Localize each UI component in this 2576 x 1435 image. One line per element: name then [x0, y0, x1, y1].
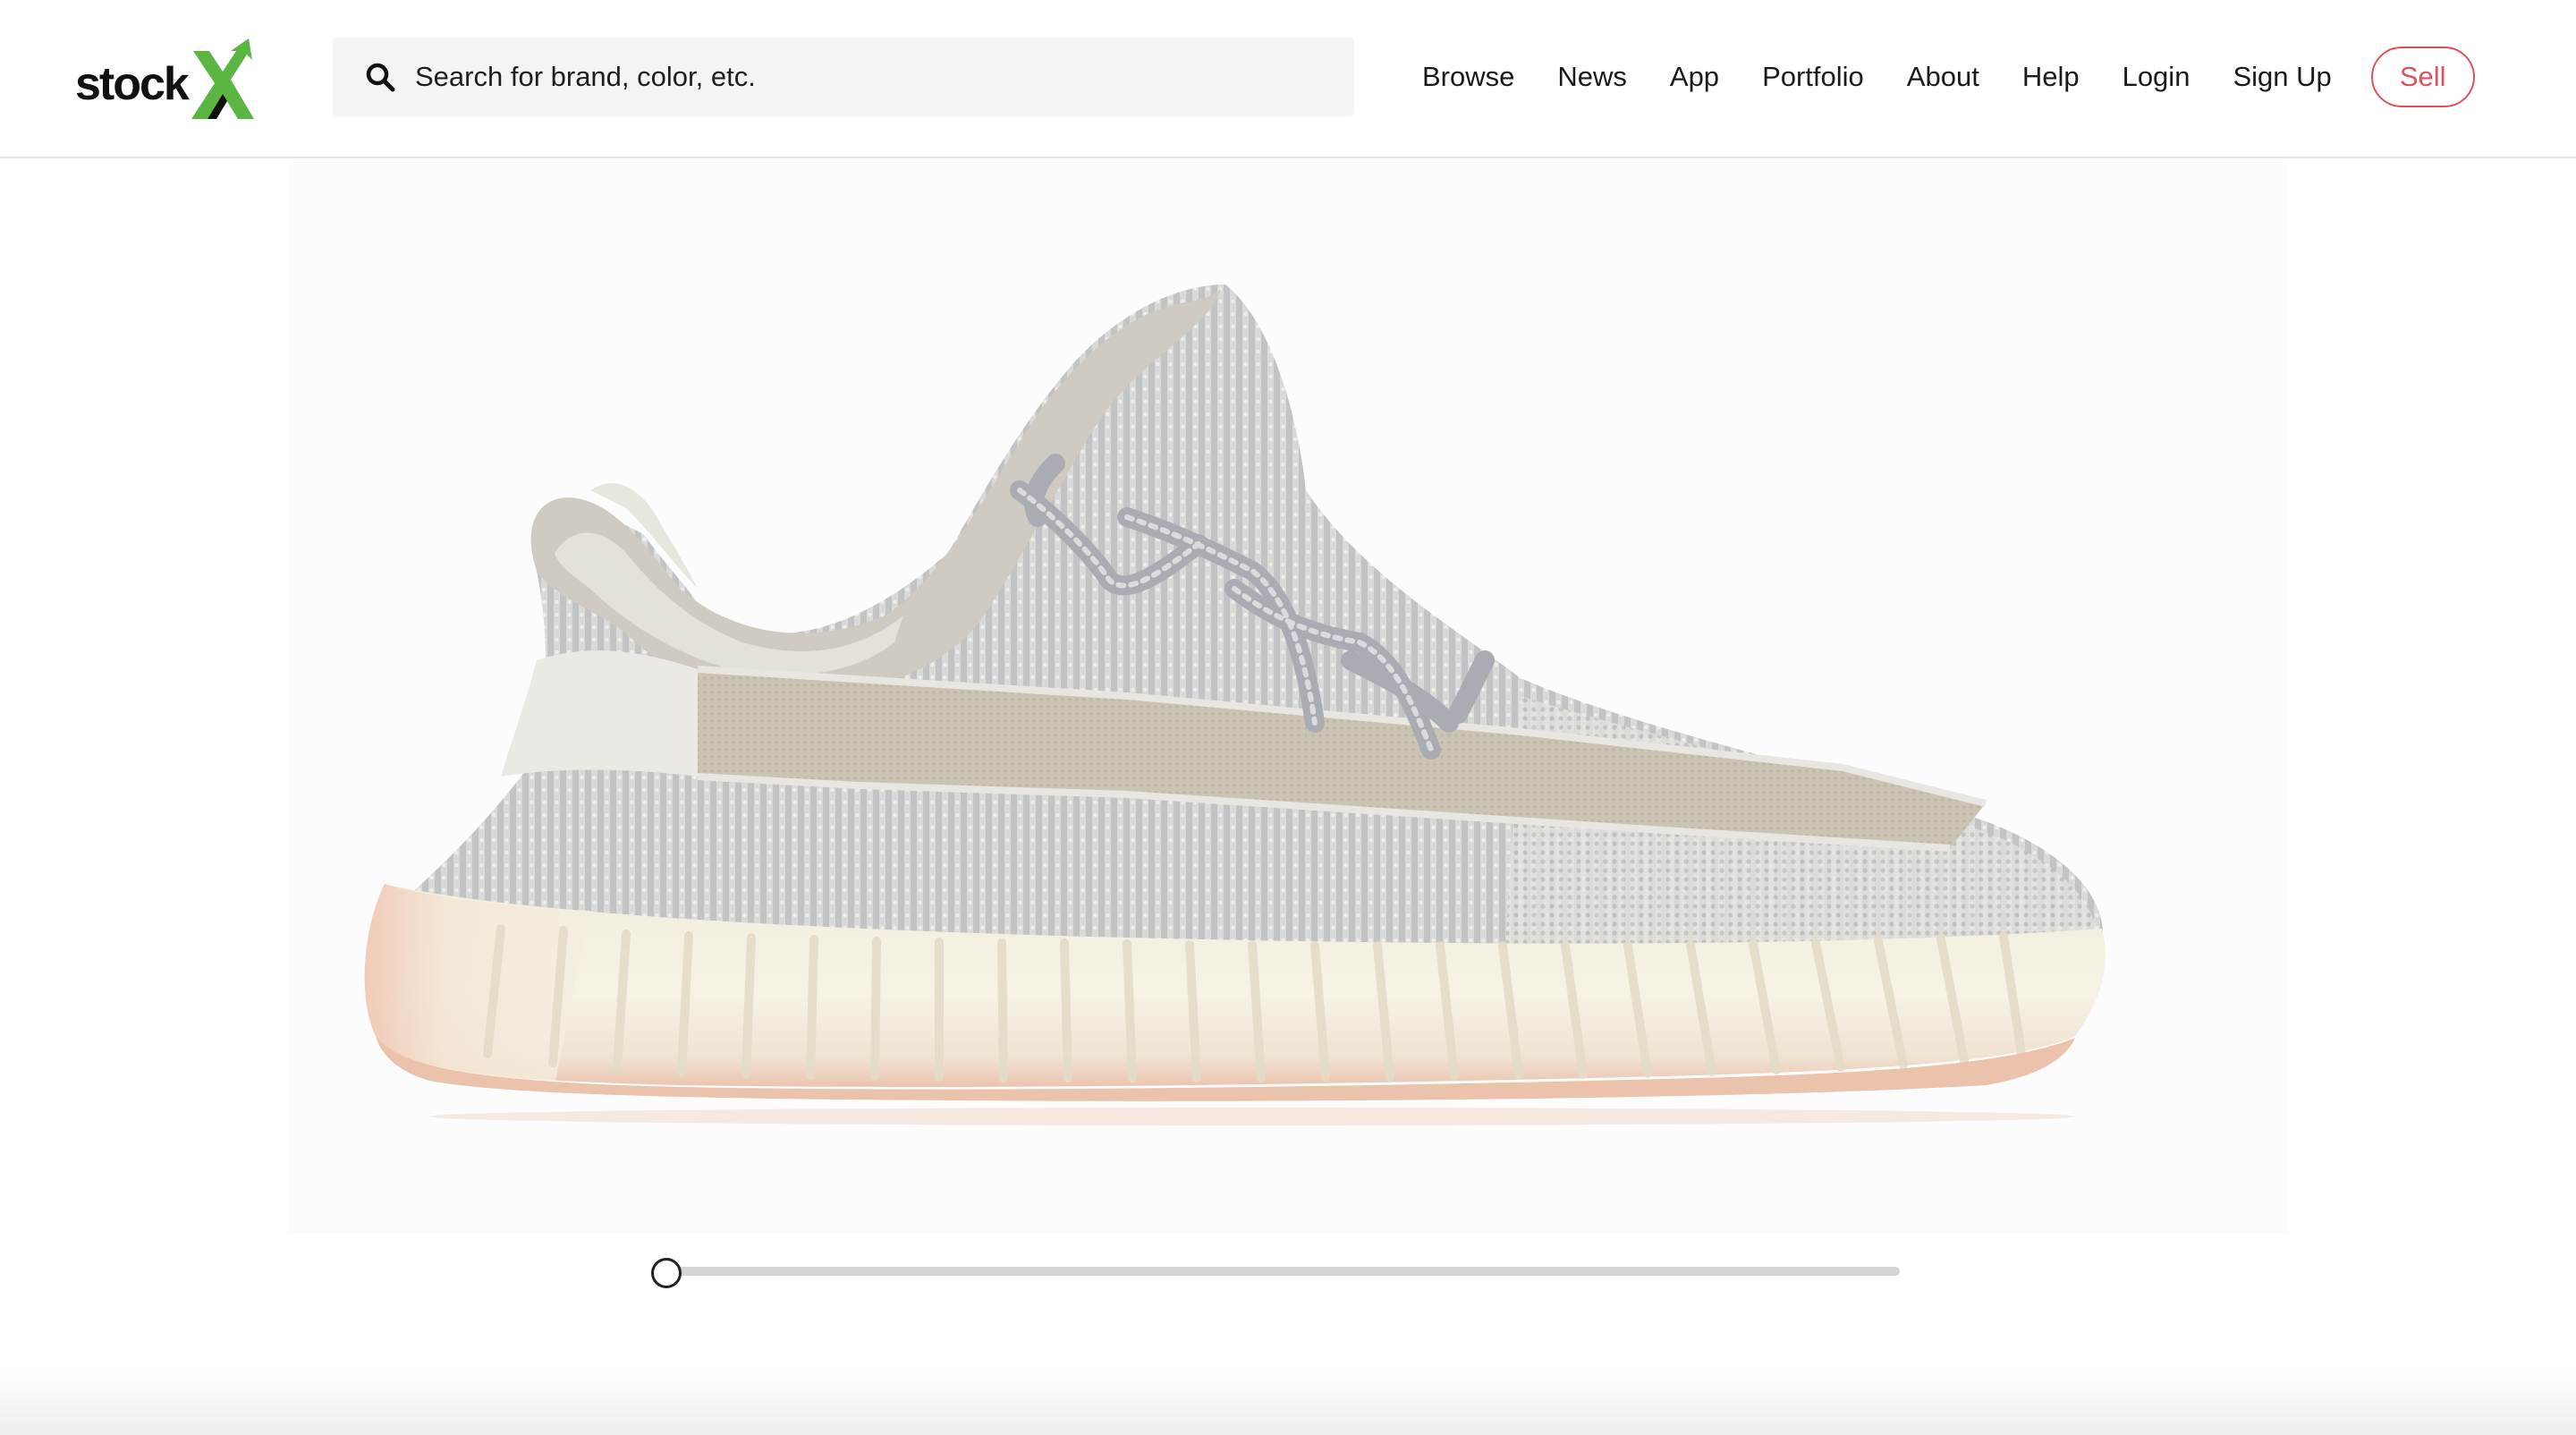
- nav-app[interactable]: App: [1670, 61, 1719, 93]
- rotation-slider-track[interactable]: [658, 1267, 1900, 1276]
- nav-login[interactable]: Login: [2123, 61, 2190, 93]
- rotation-slider-handle[interactable]: [651, 1258, 682, 1288]
- search-icon: [366, 63, 395, 92]
- search-input[interactable]: [415, 50, 1309, 104]
- search-bar[interactable]: [333, 38, 1354, 116]
- logo-x-mark-icon: [191, 38, 254, 119]
- logo-wordmark: stock: [75, 58, 190, 110]
- nav-help[interactable]: Help: [2022, 61, 2080, 93]
- viewer-bottom-fade: [0, 1367, 2576, 1435]
- product-viewer: [0, 159, 2576, 1435]
- nav-news[interactable]: News: [1557, 61, 1627, 93]
- product-image[interactable]: [322, 195, 2254, 1215]
- nav-portfolio[interactable]: Portfolio: [1762, 61, 1864, 93]
- site-header: stock Browse News App Portfolio About He…: [0, 0, 2576, 158]
- nav-browse[interactable]: Browse: [1422, 61, 1514, 93]
- main-nav: Browse News App Portfolio About Help Log…: [1422, 0, 2475, 154]
- nav-about[interactable]: About: [1907, 61, 1979, 93]
- sell-button[interactable]: Sell: [2370, 47, 2475, 107]
- nav-sign-up[interactable]: Sign Up: [2233, 61, 2331, 93]
- stockx-logo[interactable]: stock: [75, 36, 263, 125]
